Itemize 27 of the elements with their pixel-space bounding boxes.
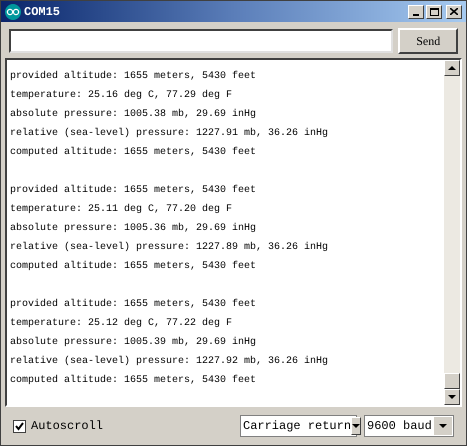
output-line: temperature: 25.11 deg C, 77.20 deg F (10, 202, 232, 217)
output-line: relative (sea-level) pressure: 1227.92 mb, 36.26 inHg (10, 354, 328, 369)
output-line: relative (sea-level) pressure: 1227.91 mb, 36.26 inHg (10, 126, 328, 141)
output-line: absolute pressure: 1005.39 mb, 29.69 inHg (10, 336, 256, 350)
scrollbar[interactable] (444, 60, 460, 405)
output-line: temperature: 25.12 deg C, 77.22 deg F (10, 316, 232, 331)
output-line: provided altitude: 1655 meters, 5430 feet (10, 298, 256, 312)
output-line: provided altitude: 1655 meters, 5430 feet (10, 70, 256, 84)
app-logo-icon (5, 4, 21, 20)
close-button[interactable] (446, 4, 462, 18)
output-line: absolute pressure: 1005.36 mb, 29.69 inHg (10, 222, 256, 236)
output-line: provided altitude: 1655 meters, 5430 feet (10, 184, 256, 198)
maximize-button[interactable] (426, 4, 442, 18)
output-line: temperature: 25.16 deg C, 77.29 deg F (10, 88, 232, 103)
output-line: computed altitude: 1655 meters, 5430 feet (10, 146, 256, 160)
output-line: computed altitude: 1655 meters, 5430 feet (10, 260, 256, 274)
autoscroll-checkbox[interactable]: Autoscroll (13, 417, 104, 435)
baud-dropdown[interactable]: 9600 baud (364, 415, 454, 437)
output-line: relative (sea-level) pressure: 1227.89 mb, 36.26 inHg (10, 240, 328, 255)
window-title: COM15 (24, 4, 60, 20)
input-field[interactable] (9, 29, 394, 53)
checkmark-icon (15, 422, 24, 430)
close-icon (450, 8, 458, 15)
minimize-button[interactable] (408, 4, 424, 18)
output-line: absolute pressure: 1005.38 mb, 29.69 inHg (10, 108, 256, 122)
send-button[interactable]: Send (398, 28, 458, 54)
output-line: computed altitude: 1655 meters, 5430 feet (10, 374, 256, 388)
